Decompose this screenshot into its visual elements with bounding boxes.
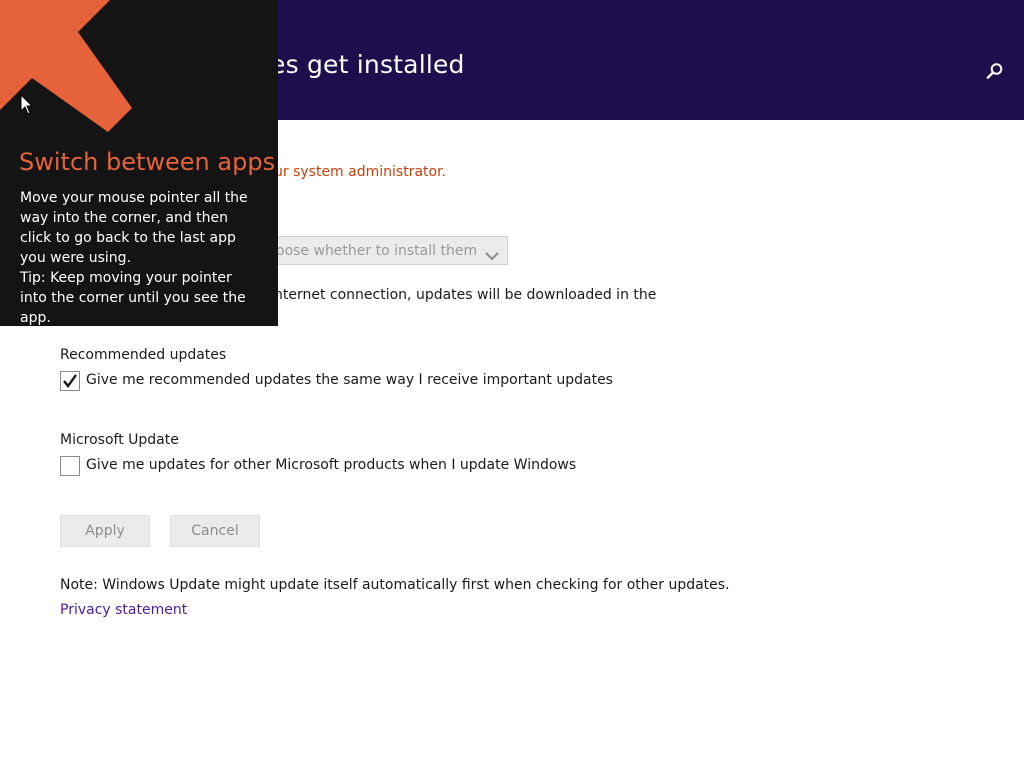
tip-body: Move your mouse pointer all the way into… [20,188,260,326]
admin-managed-note: ur system administrator. [274,164,446,180]
important-updates-description: nternet connection, updates will be down… [274,287,657,303]
microsoft-update-checkbox[interactable] [60,456,80,476]
windows-update-note: Note: Windows Update might update itself… [60,577,730,593]
important-updates-dropdown[interactable]: oose whether to install them [266,236,508,265]
switch-apps-tip-panel: Switch between apps Move your mouse poin… [0,0,278,326]
cancel-button[interactable]: Cancel [170,515,260,547]
microsoft-update-heading: Microsoft Update [60,432,179,448]
page-title: es get installed [270,50,465,79]
search-icon[interactable] [986,62,1004,80]
privacy-statement-link[interactable]: Privacy statement [60,602,187,618]
apply-button[interactable]: Apply [60,515,150,547]
recommended-updates-heading: Recommended updates [60,347,227,363]
recommended-updates-checkbox-label[interactable]: Give me recommended updates the same way… [86,372,613,388]
tip-body-instructions: Move your mouse pointer all the way into… [20,190,248,266]
dropdown-selected-value: oose whether to install them [276,243,478,259]
recommended-updates-checkbox[interactable] [60,371,80,391]
checkmark-icon [63,374,77,388]
corner-arrow-icon [0,0,132,132]
chevron-down-icon [485,246,499,261]
tip-title: Switch between apps [19,148,276,176]
tip-body-hint: Tip: Keep moving your pointer into the c… [20,270,246,326]
microsoft-update-checkbox-label[interactable]: Give me updates for other Microsoft prod… [86,457,576,473]
mouse-pointer-icon [20,94,34,115]
